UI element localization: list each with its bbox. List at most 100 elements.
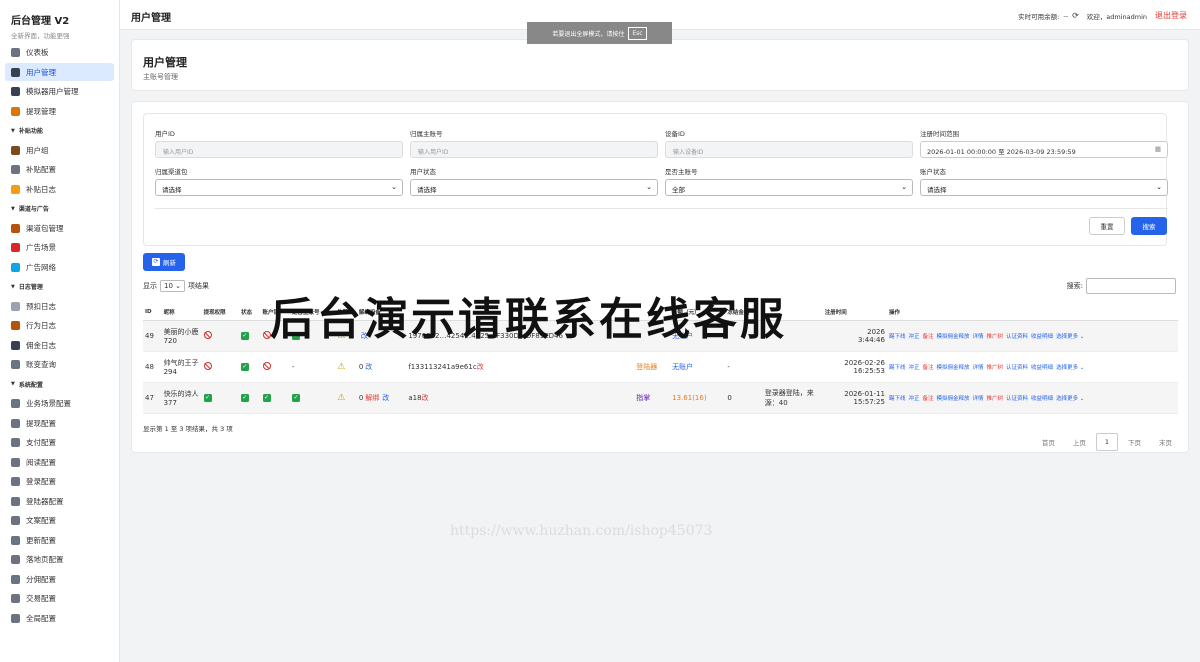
sidebar-item[interactable]: 分佣配置 bbox=[5, 570, 114, 588]
column-header[interactable]: 状态 bbox=[238, 305, 261, 321]
sidebar-item[interactable]: 提现管理 bbox=[5, 102, 114, 120]
device-id-input[interactable]: 输入设备ID bbox=[665, 141, 913, 158]
sidebar-item[interactable]: 用户组 bbox=[5, 141, 114, 159]
sidebar-item[interactable]: 广告网络 bbox=[5, 258, 114, 276]
unbind-op-link[interactable]: 解绑 bbox=[365, 394, 379, 402]
reg-time-label: 注册时间范围 bbox=[920, 130, 959, 138]
column-header[interactable]: 注册时间 bbox=[822, 305, 887, 321]
sidebar-item[interactable]: 阅读配置 bbox=[5, 453, 114, 471]
device-id-label: 设备ID bbox=[665, 130, 685, 138]
sidebar-section[interactable]: ▼ 补贴功能 bbox=[0, 122, 119, 140]
sidebar-item[interactable]: 业务场景配置 bbox=[5, 395, 114, 413]
row-action-link[interactable]: 选择更多 ⌄ bbox=[1056, 365, 1084, 371]
table-row[interactable]: 47 快乐的诗人377 ✓ ✓ ✓ ✓ ⚠ 0 解绑改 a18改 指掌 13.61(16) 0 登录器登陆… bbox=[143, 382, 1178, 414]
sidebar-item-label: 行为日志 bbox=[26, 321, 56, 330]
sidebar-item[interactable]: 模拟器用户管理 bbox=[5, 83, 114, 101]
row-action-link[interactable]: 认证资料 bbox=[1006, 334, 1028, 340]
row-action-link[interactable]: 详情 bbox=[973, 365, 984, 371]
row-action-link[interactable]: 踢下线 bbox=[889, 365, 906, 371]
sidebar-item[interactable]: 账变查询 bbox=[5, 356, 114, 374]
current-page-button[interactable]: 1 bbox=[1095, 433, 1118, 451]
sidebar-item[interactable]: 支付配置 bbox=[5, 434, 114, 452]
sidebar-item[interactable]: 预扣日志 bbox=[5, 297, 114, 315]
sidebar-item[interactable]: 用户管理 bbox=[5, 63, 114, 81]
sidebar-item[interactable]: 仪表板 bbox=[5, 44, 114, 62]
row-action-link[interactable]: 认证资料 bbox=[1006, 365, 1028, 371]
row-action-link[interactable]: 收益明细 bbox=[1031, 365, 1053, 371]
unbind-op-link[interactable]: 改 bbox=[365, 363, 372, 371]
last-page-button[interactable]: 末页 bbox=[1151, 433, 1180, 451]
sidebar-item[interactable]: 广告场景 bbox=[5, 239, 114, 257]
device-edit-link[interactable]: 改 bbox=[477, 363, 484, 371]
reg-date: 2026-01-11 bbox=[844, 389, 885, 398]
brand-subtitle: 全新界面，功能更强 bbox=[11, 32, 70, 40]
row-action-link[interactable]: 收益明细 bbox=[1031, 396, 1053, 402]
sidebar-section[interactable]: ▼ 系统配置 bbox=[0, 375, 119, 393]
column-header[interactable]: 昵称 bbox=[161, 305, 202, 321]
sidebar-item[interactable]: 补贴日志 bbox=[5, 180, 114, 198]
row-action-link[interactable]: 选择更多 ⌄ bbox=[1056, 396, 1084, 402]
next-page-button[interactable]: 下页 bbox=[1120, 433, 1149, 451]
row-action-link[interactable]: 备注 bbox=[922, 334, 933, 340]
row-action-link[interactable]: 推广树 bbox=[987, 334, 1004, 340]
sidebar-item[interactable]: 更新配置 bbox=[5, 531, 114, 549]
row-action-link[interactable]: 认证资料 bbox=[1006, 396, 1028, 402]
prev-page-button[interactable]: 上页 bbox=[1065, 433, 1094, 451]
sidebar-item[interactable]: 文案配置 bbox=[5, 512, 114, 530]
search-button[interactable]: 搜索 bbox=[1131, 217, 1167, 235]
is-main-select[interactable]: 全部 ⌄ bbox=[665, 179, 913, 196]
sidebar-item[interactable]: 渠道包管理 bbox=[5, 219, 114, 237]
frozen: 0 bbox=[727, 393, 732, 402]
table-row[interactable]: 48 帅气的王子294 ✓ - ⚠ 0 改 f133113241a9e61c改 登陆器 无账户 -2… bbox=[143, 351, 1178, 383]
sidebar-item[interactable]: 登陆器配置 bbox=[5, 492, 114, 510]
sidebar-item[interactable]: 落地页配置 bbox=[5, 551, 114, 569]
row-action-link[interactable]: 收益明细 bbox=[1031, 334, 1053, 340]
main-account-input[interactable]: 输入用户ID bbox=[410, 141, 658, 158]
balance-value: -- bbox=[1063, 11, 1069, 20]
column-header[interactable]: ID bbox=[143, 305, 162, 321]
row-action-link[interactable]: 踢下线 bbox=[889, 396, 906, 402]
row-action-link[interactable]: 备注 bbox=[922, 365, 933, 371]
row-action-link[interactable]: 冲正 bbox=[908, 365, 919, 371]
page-size-select[interactable]: 10 ⌄ bbox=[160, 280, 186, 292]
column-header[interactable]: 操作 bbox=[886, 305, 1178, 321]
row-action-link[interactable]: 冲正 bbox=[908, 396, 919, 402]
sidebar-item[interactable]: 佣金日志 bbox=[5, 336, 114, 354]
sidebar-item[interactable]: 交易配置 bbox=[5, 590, 114, 608]
sidebar-item[interactable]: 登录配置 bbox=[5, 473, 114, 491]
gear-icon bbox=[11, 457, 20, 467]
row-action-link[interactable]: 选择更多 ⌄ bbox=[1056, 334, 1084, 340]
user-status-select[interactable]: 请选择 ⌄ bbox=[410, 179, 658, 196]
logout-link[interactable]: 退出登录 bbox=[1155, 10, 1187, 21]
reset-button[interactable]: 重置 bbox=[1089, 217, 1125, 235]
row-action-link[interactable]: 模拟佣金释放 bbox=[936, 334, 969, 340]
sidebar-item[interactable]: 补贴配置 bbox=[5, 161, 114, 179]
user-id-input[interactable]: 输入用户ID bbox=[155, 141, 403, 158]
row-action-link[interactable]: 踢下线 bbox=[889, 334, 906, 340]
refresh-balance-icon[interactable]: ⟳ bbox=[1072, 11, 1079, 20]
row-action-link[interactable]: 推广树 bbox=[987, 396, 1004, 402]
channel-select[interactable]: 请选择 ⌄ bbox=[155, 179, 403, 196]
row-action-link[interactable]: 推广树 bbox=[987, 365, 1004, 371]
row-action-link[interactable]: 冲正 bbox=[908, 334, 919, 340]
refresh-button[interactable]: ⟳ 刷新 bbox=[143, 253, 185, 271]
row-action-link[interactable]: 详情 bbox=[973, 396, 984, 402]
row-action-link[interactable]: 备注 bbox=[922, 396, 933, 402]
edit-link[interactable]: 改 bbox=[382, 394, 389, 402]
row-action-link[interactable]: 详情 bbox=[973, 334, 984, 340]
device-edit-link[interactable]: 改 bbox=[422, 394, 429, 402]
row-action-link[interactable]: 模拟佣金释放 bbox=[936, 396, 969, 402]
status-cell: ✓ bbox=[238, 320, 261, 352]
sidebar-item[interactable]: 提现配置 bbox=[5, 414, 114, 432]
sidebar-item[interactable]: 行为日志 bbox=[5, 317, 114, 335]
column-header[interactable]: 提现权限 bbox=[201, 305, 239, 321]
table-search-input[interactable] bbox=[1086, 278, 1176, 294]
sidebar-section[interactable]: ▼ 日志管理 bbox=[0, 278, 119, 296]
sidebar-item[interactable]: 全局配置 bbox=[5, 609, 114, 627]
row-action-link[interactable]: 模拟佣金释放 bbox=[936, 365, 969, 371]
first-page-button[interactable]: 首页 bbox=[1034, 433, 1063, 451]
sidebar-section[interactable]: ▼ 渠道与广告 bbox=[0, 200, 119, 218]
note-cell: 登录器登陆，来源：40 bbox=[762, 382, 823, 414]
account-status-select[interactable]: 请选择 ⌄ bbox=[920, 179, 1168, 196]
reg-time-range-input[interactable]: 2026-01-01 00:00:00 至 2026-03-09 23:59:5… bbox=[920, 141, 1168, 158]
